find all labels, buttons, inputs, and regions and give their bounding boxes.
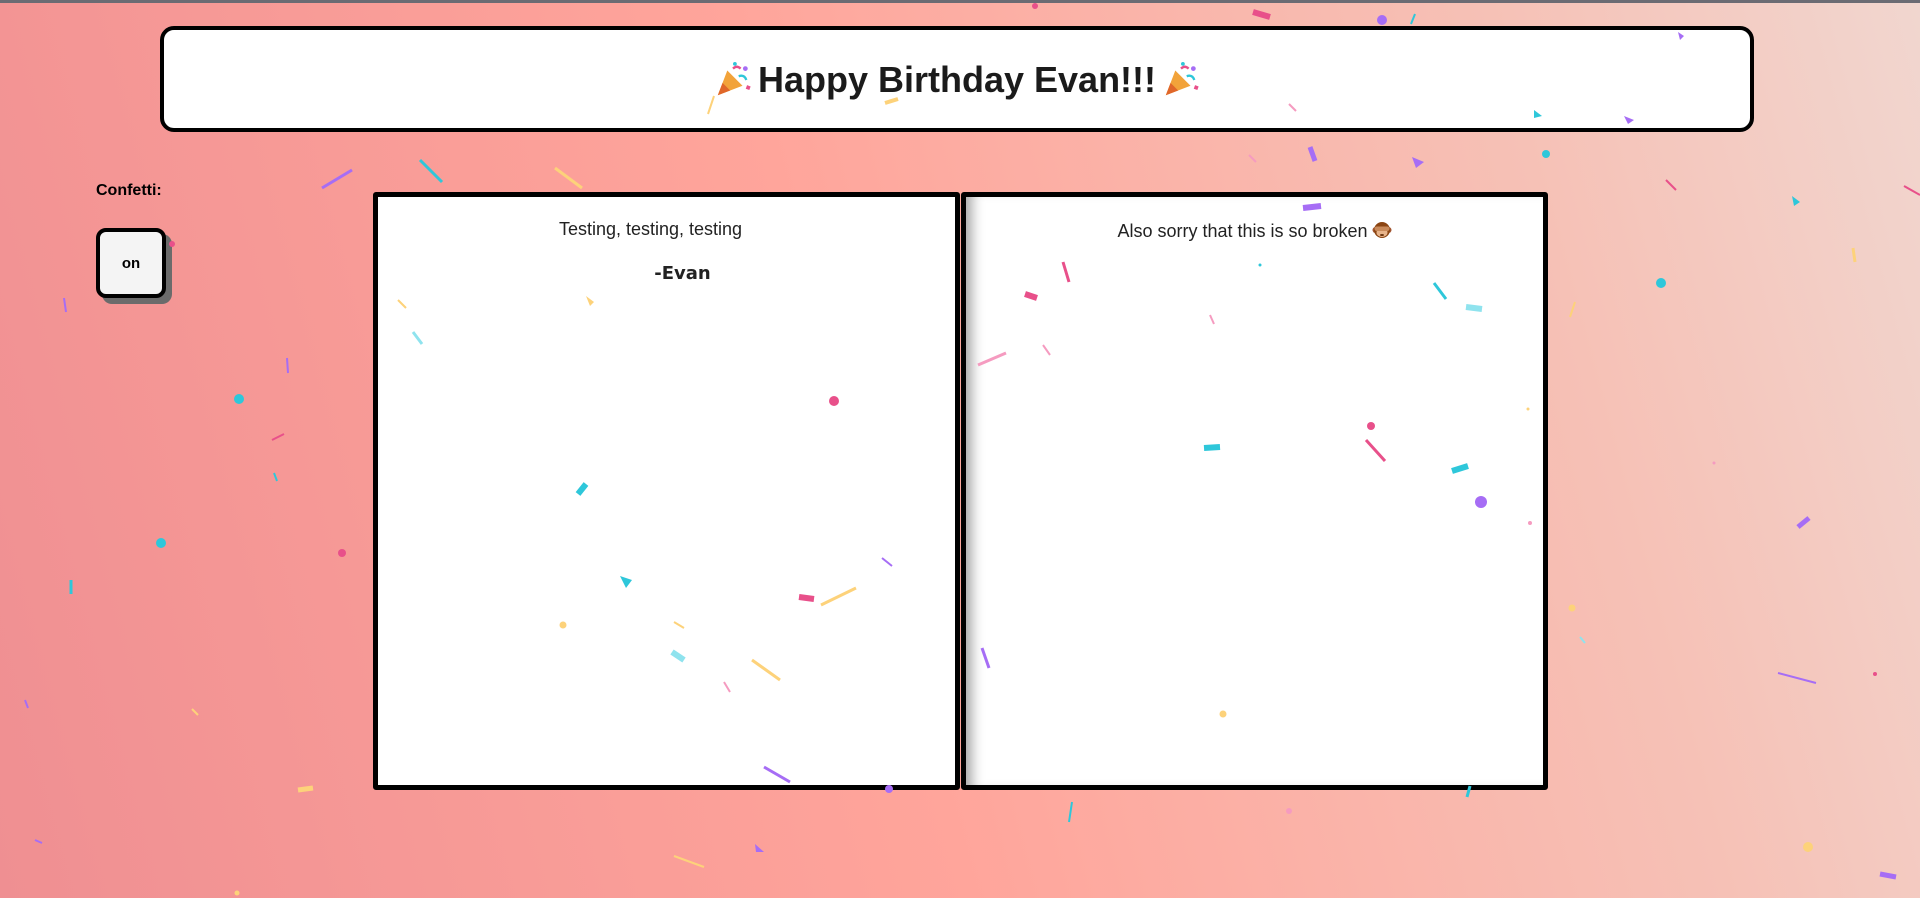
- page-header: Happy Birthday Evan!!!: [160, 26, 1754, 132]
- card-left: Testing, testing, testing -Evan: [373, 192, 960, 790]
- page-title: Happy Birthday Evan!!!: [757, 59, 1157, 100]
- card-right-message-row: Also sorry that this is so broken: [966, 220, 1543, 242]
- confetti-toggle-button[interactable]: on: [96, 228, 166, 298]
- confetti-label: Confetti:: [96, 182, 162, 199]
- window-top-strip: [0, 0, 1920, 3]
- confetti-overlay: [24, 3, 1920, 896]
- card-right: Also sorry that this is so broken: [961, 192, 1548, 790]
- page-title-row: Happy Birthday Evan!!!: [714, 59, 1200, 101]
- card-signature: -Evan: [654, 263, 711, 284]
- party-popper-icon: [717, 61, 751, 96]
- see-no-evil-monkey-icon: [1372, 222, 1392, 238]
- card-right-message: Also sorry that this is so broken: [1117, 221, 1368, 241]
- card-left-message: Testing, testing, testing: [558, 219, 743, 239]
- party-popper-icon: [1165, 61, 1199, 96]
